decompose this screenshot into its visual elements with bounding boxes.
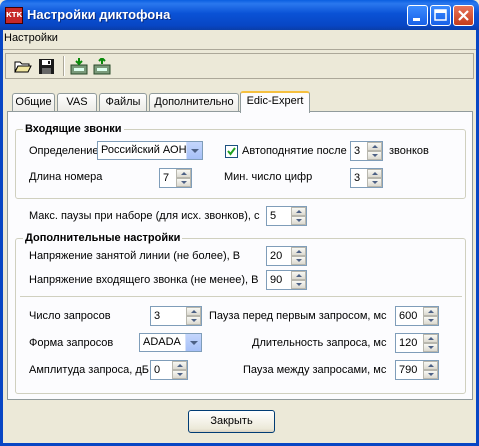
number-length-value: 7 <box>163 172 170 184</box>
close-icon <box>458 10 469 21</box>
definition-label: Определение <box>29 145 99 157</box>
save-disk-icon[interactable] <box>38 58 56 75</box>
spin-down-icon[interactable] <box>186 316 201 325</box>
chevron-down-icon[interactable] <box>186 142 202 159</box>
spin-down-icon[interactable] <box>423 316 438 325</box>
request-amplitude-spinner[interactable]: 0 <box>150 360 188 380</box>
pause-between-label: Пауза между запросами, мс <box>243 364 387 376</box>
number-length-spinner[interactable]: 7 <box>159 168 192 188</box>
tab-additional[interactable]: Дополнительно <box>149 93 239 111</box>
ring-voltage-label: Напряжение входящего звонка (не менее), … <box>29 274 259 286</box>
pause-before-label: Пауза перед первым запросом, мс <box>209 310 387 322</box>
request-form-label: Форма запросов <box>29 337 114 349</box>
request-form-value: ADADA <box>143 336 181 348</box>
spin-up-icon[interactable] <box>367 142 382 151</box>
autopickup-value: 3 <box>354 145 361 157</box>
busy-voltage-value: 20 <box>270 250 283 262</box>
busy-voltage-spinner[interactable]: 20 <box>266 246 307 266</box>
tab-files[interactable]: Файлы <box>99 93 147 111</box>
menu-bar <box>3 30 476 50</box>
tab-edic-expert[interactable]: Edic-Expert <box>240 91 310 113</box>
spin-up-icon[interactable] <box>423 334 438 343</box>
additional-settings-title: Дополнительные настройки <box>23 232 183 244</box>
max-pause-label: Макс. паузы при наборе (для исх. звонков… <box>29 210 260 222</box>
maximize-icon <box>434 9 447 21</box>
open-folder-icon[interactable] <box>14 58 32 75</box>
spin-up-icon[interactable] <box>291 271 306 280</box>
max-pause-value: 5 <box>270 210 277 222</box>
autopickup-label: Автоподнятие после <box>242 145 347 157</box>
pause-before-spinner[interactable]: 600 <box>395 306 439 326</box>
request-count-label: Число запросов <box>29 310 111 322</box>
ring-voltage-spinner[interactable]: 90 <box>266 270 307 290</box>
app-icon: КТК <box>5 7 23 24</box>
chevron-down-icon[interactable] <box>185 334 201 351</box>
spin-up-icon[interactable] <box>172 361 187 370</box>
min-digits-label: Мин. число цифр <box>224 171 313 183</box>
minimize-icon <box>413 18 420 21</box>
ring-voltage-value: 90 <box>270 274 283 286</box>
spin-down-icon[interactable] <box>291 280 306 289</box>
pause-before-value: 600 <box>399 310 418 322</box>
definition-select[interactable]: Российский АОН <box>97 141 203 160</box>
spin-up-icon[interactable] <box>367 169 382 178</box>
divider <box>20 296 462 297</box>
menu-item-settings[interactable]: Настройки <box>4 32 58 44</box>
tab-general[interactable]: Общие <box>12 93 55 111</box>
request-count-spinner[interactable]: 3 <box>150 306 202 326</box>
tab-vas[interactable]: VAS <box>57 93 97 111</box>
spin-up-icon[interactable] <box>291 207 306 216</box>
spin-down-icon[interactable] <box>291 256 306 265</box>
close-window-button[interactable] <box>453 5 474 26</box>
spin-down-icon[interactable] <box>176 178 191 187</box>
spin-up-icon[interactable] <box>291 247 306 256</box>
number-length-label: Длина номера <box>29 171 103 183</box>
import-icon[interactable] <box>70 58 88 75</box>
maximize-button[interactable] <box>430 5 451 26</box>
autopickup-spinner[interactable]: 3 <box>350 141 383 161</box>
incoming-calls-title: Входящие звонки <box>23 123 124 135</box>
spin-up-icon[interactable] <box>423 307 438 316</box>
busy-voltage-label: Напряжение занятой линии (не более), В <box>29 250 241 262</box>
window-title: Настройки диктофона <box>27 7 171 22</box>
spin-up-icon[interactable] <box>186 307 201 316</box>
incoming-calls-group <box>15 129 466 199</box>
min-digits-value: 3 <box>354 172 361 184</box>
spin-down-icon[interactable] <box>367 151 382 160</box>
request-duration-spinner[interactable]: 120 <box>395 333 439 353</box>
spin-down-icon[interactable] <box>291 216 306 225</box>
request-duration-label: Длительность запроса, мс <box>252 337 387 349</box>
spin-up-icon[interactable] <box>423 361 438 370</box>
min-digits-spinner[interactable]: 3 <box>350 168 383 188</box>
max-pause-spinner[interactable]: 5 <box>266 206 307 226</box>
spin-down-icon[interactable] <box>423 343 438 352</box>
calls-label: звонков <box>389 145 429 157</box>
export-icon[interactable] <box>93 56 111 75</box>
spin-up-icon[interactable] <box>176 169 191 178</box>
pause-between-value: 790 <box>399 364 418 376</box>
spin-down-icon[interactable] <box>367 178 382 187</box>
request-duration-value: 120 <box>399 337 418 349</box>
autopickup-checkbox[interactable] <box>225 145 238 158</box>
close-button[interactable]: Закрыть <box>188 410 275 433</box>
spin-down-icon[interactable] <box>423 370 438 379</box>
definition-value: Российский АОН <box>101 144 187 156</box>
request-form-select[interactable]: ADADA <box>139 333 202 352</box>
request-amplitude-value: 0 <box>154 364 161 376</box>
request-count-value: 3 <box>154 310 161 322</box>
request-amplitude-label: Амплитуда запроса, дБ <box>29 364 150 376</box>
window-frame-left <box>0 30 3 446</box>
pause-between-spinner[interactable]: 790 <box>395 360 439 380</box>
toolbar-separator <box>63 56 65 76</box>
minimize-button[interactable] <box>407 5 428 26</box>
checkmark-icon <box>227 147 236 156</box>
spin-down-icon[interactable] <box>172 370 187 379</box>
